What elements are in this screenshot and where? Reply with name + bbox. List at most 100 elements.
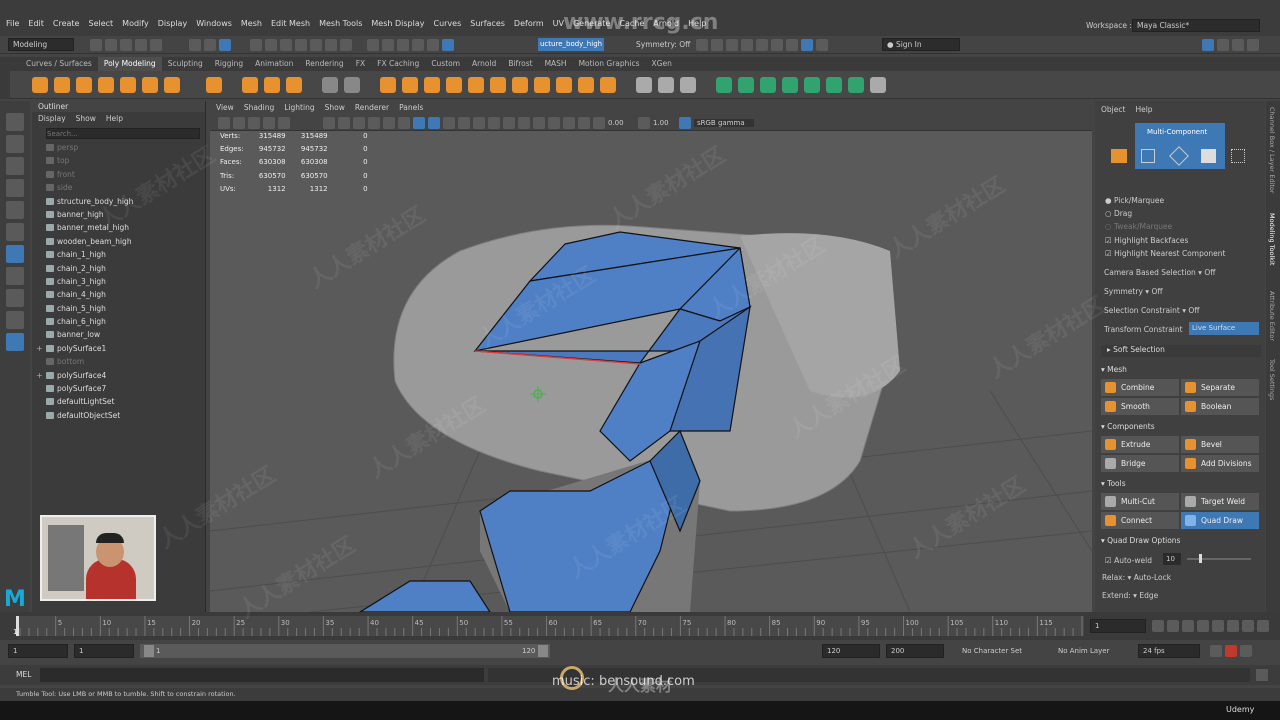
shelf-tab-xgen[interactable]: XGen xyxy=(646,57,678,71)
layout-attribute-icon[interactable] xyxy=(1247,39,1259,51)
field-chart-icon[interactable] xyxy=(368,117,380,129)
viewport-panel[interactable]: View Shading Lighting Show Renderer Panels 0.… xyxy=(210,101,1092,612)
quad-draw-button[interactable]: Quad Draw xyxy=(1181,512,1259,529)
outliner-item[interactable]: banner_metal_high xyxy=(32,221,205,234)
extrude-button[interactable]: Extrude xyxy=(1101,436,1179,453)
menu-item-windows[interactable]: Windows xyxy=(196,19,232,28)
color-mgmt-icon[interactable] xyxy=(679,117,691,129)
menu-item-select[interactable]: Select xyxy=(88,19,113,28)
graph-icon[interactable] xyxy=(786,39,798,51)
uv-auto-icon[interactable] xyxy=(782,77,798,93)
outliner-item[interactable]: banner_low xyxy=(32,328,205,341)
remesh-shelf-icon[interactable] xyxy=(512,77,528,93)
extract-shelf-icon[interactable] xyxy=(424,77,440,93)
mode-dropdown[interactable]: Modeling xyxy=(8,38,74,51)
menu-item-curves[interactable]: Curves xyxy=(433,19,461,28)
time-slider[interactable]: 5 10 15 20 25 30 35 40 45 50 55 60 65 70 75 80 85 90 95 100… xyxy=(0,612,1280,640)
shelf-handle[interactable] xyxy=(0,71,10,99)
move-tool-icon[interactable] xyxy=(6,179,24,197)
script-editor-icon[interactable] xyxy=(1256,669,1268,681)
camera-based-row[interactable]: Camera Based Selection ▾ Off xyxy=(1104,268,1215,277)
reduce-shelf-icon[interactable] xyxy=(490,77,506,93)
menu-item-deform[interactable]: Deform xyxy=(514,19,544,28)
object-name-field[interactable]: ucture_body_high xyxy=(538,38,604,51)
select-object-icon[interactable] xyxy=(204,39,216,51)
type-icon[interactable] xyxy=(264,77,280,93)
outliner-item[interactable]: polySurface1 + xyxy=(32,342,205,355)
menu-item-modify[interactable]: Modify xyxy=(122,19,149,28)
menu-item-file[interactable]: File xyxy=(6,19,19,28)
outliner-item[interactable]: chain_4_high xyxy=(32,288,205,301)
mesh-header[interactable]: ▾ Mesh xyxy=(1101,365,1261,377)
outliner-menu-display[interactable]: Display xyxy=(38,114,66,123)
viewport-menu-panels[interactable]: Panels xyxy=(399,101,423,115)
outliner-item[interactable]: polySurface7 xyxy=(32,382,205,395)
rotate-tool-icon[interactable] xyxy=(6,201,24,219)
snap-curve-icon[interactable] xyxy=(265,39,277,51)
lasso-tool-icon[interactable] xyxy=(6,135,24,153)
image-plane-icon[interactable] xyxy=(263,117,275,129)
step-forward-frame-icon[interactable] xyxy=(1227,620,1239,632)
auto-weld-field[interactable]: 10 xyxy=(1163,553,1181,565)
outliner-item[interactable]: chain_2_high xyxy=(32,262,205,275)
expand-icon[interactable]: + xyxy=(36,369,43,382)
uv-camera-icon[interactable] xyxy=(804,77,820,93)
paint-select-icon[interactable] xyxy=(6,157,24,175)
highlight-backfaces-checkbox[interactable]: ☑ Highlight Backfaces xyxy=(1105,236,1188,245)
loop-icon[interactable] xyxy=(1210,645,1222,657)
textured-icon[interactable] xyxy=(473,117,485,129)
range-slider-right-handle[interactable] xyxy=(538,645,548,657)
exposure-field[interactable]: 0.00 xyxy=(608,119,638,127)
shelf-tab-motion-graphics[interactable]: Motion Graphics xyxy=(573,57,646,71)
toolkit-menu-object[interactable]: Object xyxy=(1101,105,1125,114)
highlight-nearest-checkbox[interactable]: ☑ Highlight Nearest Component xyxy=(1105,249,1225,258)
grid-toggle-icon[interactable] xyxy=(278,117,290,129)
exposure-icon[interactable] xyxy=(593,117,605,129)
shelf-tab-sculpting[interactable]: Sculpting xyxy=(162,57,209,71)
use-lights-icon[interactable] xyxy=(443,117,455,129)
isolate-select-icon[interactable] xyxy=(578,117,590,129)
outliner-item[interactable]: structure_body_high xyxy=(32,195,205,208)
menu-item-mesh-display[interactable]: Mesh Display xyxy=(371,19,424,28)
viewport-scene[interactable] xyxy=(210,131,1092,612)
toolkit-menu-help[interactable]: Help xyxy=(1135,105,1152,114)
camera-icon[interactable] xyxy=(696,39,708,51)
face-mode-icon[interactable] xyxy=(1201,149,1216,163)
shelf-tab-curves-surfaces[interactable]: Curves / Surfaces xyxy=(20,57,98,71)
viewport-menu-renderer[interactable]: Renderer xyxy=(355,101,389,115)
snap-point-icon[interactable] xyxy=(280,39,292,51)
xray-icon[interactable] xyxy=(488,117,500,129)
poly-cube-icon[interactable] xyxy=(54,77,70,93)
vertex-mode-icon[interactable] xyxy=(1141,149,1155,163)
uv-mode-icon[interactable] xyxy=(1231,149,1245,163)
play-forward-icon[interactable] xyxy=(1212,620,1224,632)
lasso-icon[interactable] xyxy=(442,39,454,51)
bevel-button[interactable]: Bevel xyxy=(1181,436,1259,453)
outliner-item[interactable]: chain_5_high xyxy=(32,302,205,315)
workspace-dropdown[interactable]: Maya Classic* xyxy=(1132,19,1260,32)
gamma-icon[interactable] xyxy=(638,117,650,129)
select-hierarchy-icon[interactable] xyxy=(189,39,201,51)
redo-icon[interactable] xyxy=(150,39,162,51)
boolean-button[interactable]: Boolean xyxy=(1181,398,1259,415)
drag-radio[interactable]: ○ Drag xyxy=(1105,209,1132,218)
aa-icon[interactable] xyxy=(533,117,545,129)
go-to-end-icon[interactable] xyxy=(1257,620,1269,632)
two-view-icon[interactable] xyxy=(6,311,24,329)
window-icon[interactable] xyxy=(771,39,783,51)
select-tool-icon[interactable] xyxy=(6,113,24,131)
fill-hole-shelf-icon[interactable] xyxy=(556,77,572,93)
outliner-item[interactable]: polySurface4 + xyxy=(32,369,205,382)
connect-button[interactable]: Connect xyxy=(1101,512,1179,529)
boolean-shelf-icon[interactable] xyxy=(446,77,462,93)
cam-select-icon[interactable] xyxy=(218,117,230,129)
layout-toolkit-icon[interactable] xyxy=(1232,39,1244,51)
pivot-icon[interactable] xyxy=(344,77,360,93)
outliner-item[interactable]: front xyxy=(32,168,205,181)
quad-draw-options-header[interactable]: ▾ Quad Draw Options xyxy=(1101,536,1261,548)
uv-planar-icon[interactable] xyxy=(716,77,732,93)
pause-icon[interactable] xyxy=(816,39,828,51)
poly-disc-icon[interactable] xyxy=(164,77,180,93)
ipr-icon[interactable] xyxy=(382,39,394,51)
auto-key-icon[interactable] xyxy=(1225,645,1237,657)
